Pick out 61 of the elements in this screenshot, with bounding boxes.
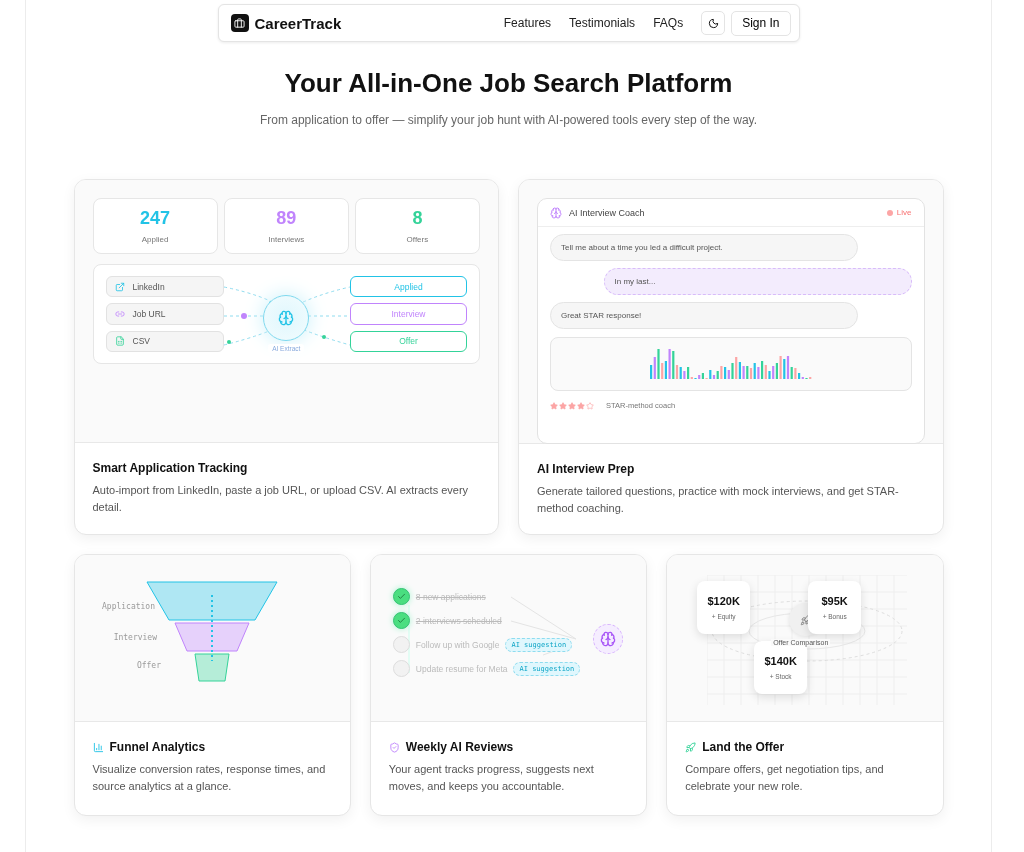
- shield-check-icon: [388, 741, 400, 753]
- link-icon: [114, 309, 125, 319]
- brain-icon: [550, 206, 562, 219]
- feature-description: Your agent tracks progress, suggests next moves, and keeps you accountable.: [388, 762, 595, 794]
- coach-title: AI Interview Coach: [569, 207, 645, 218]
- feature-description: Generate tailored questions, practice with mock interviews, and get STAR-method coaching.: [537, 484, 900, 516]
- feature-description: Auto-import from LinkedIn, paste a job URL, or upload CSV. AI extracts every detail.: [92, 483, 470, 515]
- link-out-icon: [114, 281, 125, 292]
- feature-title: Land the Offer: [702, 740, 785, 754]
- feature-title: Funnel Analytics: [109, 740, 206, 754]
- chat-bubble: In my last...: [603, 268, 912, 295]
- chat-bubble: Great STAR response!: [550, 302, 858, 329]
- stat-value: 89: [276, 208, 297, 229]
- import-source[interactable]: Job URL: [105, 303, 224, 325]
- import-source[interactable]: CSV: [105, 330, 224, 352]
- moon-icon: [707, 17, 719, 29]
- nav-link[interactable]: FAQs: [653, 16, 684, 30]
- stat-value: 8: [412, 208, 423, 229]
- import-source[interactable]: LinkedIn: [105, 276, 224, 298]
- check-icon: [396, 592, 406, 601]
- task-checkbox[interactable]: [392, 588, 410, 605]
- brain-icon: [263, 295, 310, 341]
- chat-bubble: Tell me about a time you led a difficult project.: [550, 234, 858, 261]
- stage-label: Application: [101, 602, 155, 611]
- stat-label: Applied: [141, 235, 169, 244]
- feature-title: Smart Application Tracking: [92, 461, 248, 475]
- offer-amount: $140K: [764, 655, 797, 667]
- brain-icon: [592, 624, 623, 654]
- hero-title: Your All-in-One Job Search Platform: [284, 68, 733, 99]
- sign-in-button[interactable]: Sign In: [731, 10, 791, 36]
- stat-value: 247: [140, 208, 171, 229]
- rocket-icon: [685, 741, 697, 753]
- task-checkbox[interactable]: [392, 636, 410, 653]
- stat-label: Interviews: [268, 235, 305, 244]
- feature-description: Compare offers, get negotiation tips, and celebrate your new role.: [685, 762, 885, 794]
- chart-icon: [92, 741, 104, 753]
- feature-title: Weekly AI Reviews: [405, 740, 514, 754]
- nav-link[interactable]: Testimonials: [569, 16, 636, 30]
- connector-lines: [510, 596, 577, 656]
- task-checkbox[interactable]: [392, 660, 410, 677]
- task-text: 2 interviews scheduled: [415, 615, 502, 626]
- briefcase-icon: [230, 14, 249, 32]
- feature-title: AI Interview Prep: [537, 462, 635, 476]
- brand-name[interactable]: CareerTrack: [254, 14, 342, 32]
- spreadsheet-icon: [114, 336, 125, 347]
- stage-label: Offer: [136, 661, 161, 670]
- theme-toggle-button[interactable]: [701, 11, 726, 35]
- task-text: 8 new applications: [415, 591, 486, 602]
- stage-label: Interview: [113, 633, 157, 642]
- stage-tag: Applied: [350, 276, 467, 298]
- live-indicator: Live: [886, 208, 912, 217]
- offer-amount: $95K: [821, 595, 848, 607]
- feature-description: Visualize conversion rates, response times, and source analytics at a glance.: [92, 762, 327, 794]
- offer-amount: $120K: [707, 595, 740, 607]
- stat-label: Offers: [406, 235, 429, 244]
- check-icon: [396, 616, 406, 625]
- nav-link[interactable]: Features: [503, 16, 552, 30]
- task-checkbox[interactable]: [392, 612, 410, 629]
- hero-subtitle: From application to offer — simplify your job hunt with AI-powered tools every step of the way.: [259, 113, 758, 127]
- stage-tag: Interview: [350, 303, 467, 325]
- stage-tag: Offer: [350, 330, 467, 352]
